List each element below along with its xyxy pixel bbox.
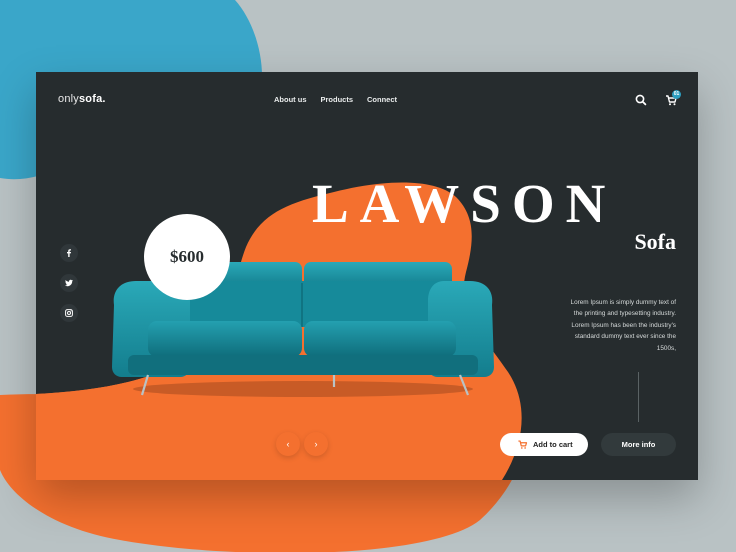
nav-connect[interactable]: Connect: [367, 95, 397, 104]
more-info-button[interactable]: More info: [601, 433, 676, 456]
cart-count-badge: 01: [672, 90, 681, 99]
instagram-icon[interactable]: [60, 304, 78, 322]
add-to-cart-label: Add to cart: [533, 440, 573, 449]
hero-card: onlysofa. About us Products Connect 01 L…: [36, 72, 698, 480]
product-subtitle: Sofa: [634, 229, 676, 254]
brand-logo[interactable]: onlysofa.: [58, 93, 106, 105]
divider-line: [638, 372, 639, 422]
add-to-cart-button[interactable]: Add to cart: [500, 433, 588, 456]
facebook-icon[interactable]: [60, 244, 78, 262]
chevron-left-icon: ‹: [286, 439, 290, 449]
cart-icon: [518, 440, 528, 449]
carousel-next-button[interactable]: ›: [304, 432, 328, 456]
main-nav: About us Products Connect: [274, 95, 397, 104]
nav-about-us[interactable]: About us: [274, 95, 307, 104]
brand-prefix: only: [58, 93, 79, 105]
product-title: LAWSON: [312, 173, 617, 234]
chevron-right-icon: ›: [314, 439, 318, 449]
twitter-icon[interactable]: [60, 274, 78, 292]
brand-name: sofa.: [78, 93, 106, 105]
product-description: Lorem Ipsum is simply dummy text of the …: [570, 299, 676, 352]
nav-products[interactable]: Products: [321, 95, 354, 104]
search-icon[interactable]: [633, 92, 649, 108]
carousel-prev-button[interactable]: ‹: [276, 432, 300, 456]
price-badge: $600: [144, 214, 230, 300]
